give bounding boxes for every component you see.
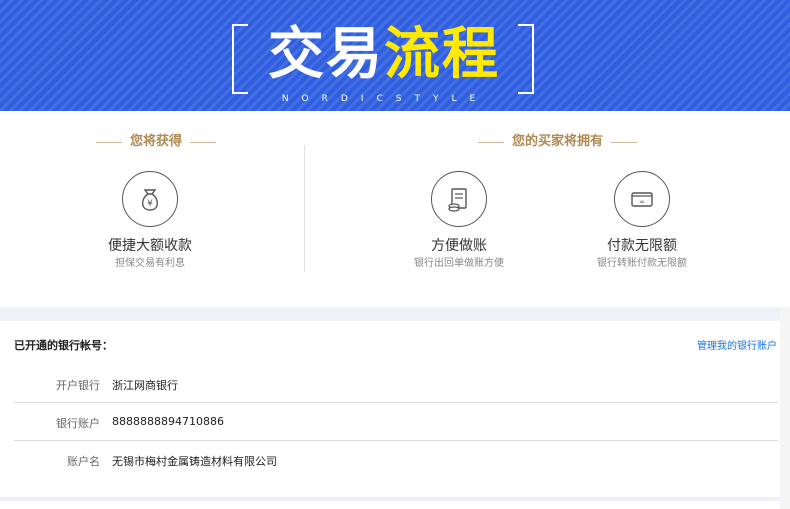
banner: 交易流程 NORDICSTYLE [0, 0, 790, 111]
title-line-left [96, 141, 122, 143]
vertical-divider [304, 145, 305, 272]
bank-row-value: 无锡市梅村金属铸造材料有限公司 [112, 455, 277, 468]
manage-bank-account-link[interactable]: 管理我的银行账户 [697, 337, 777, 352]
feature-title: 便捷大额收款 [108, 238, 192, 254]
bank-row-label: 银行账户 [56, 417, 100, 430]
bank-row-label: 开户银行 [56, 379, 100, 392]
feature-easy-bookkeeping: 方便做账 银行出回单做账方便 [384, 171, 534, 270]
svg-text:∞: ∞ [639, 198, 645, 206]
right-gutter [780, 307, 790, 509]
title-line-right [611, 141, 638, 143]
svg-text:¥: ¥ [147, 199, 153, 209]
left-bracket [232, 24, 248, 94]
money-bag-icon: ¥ [122, 171, 178, 227]
feature-subtitle: 担保交易有利息 [115, 258, 185, 269]
you-get-title-text: 您将获得 [130, 134, 183, 149]
feature-subtitle: 银行出回单做账方便 [414, 258, 504, 269]
you-get-title: 您将获得 [88, 134, 224, 150]
banner-title-white: 交易 [268, 22, 384, 87]
bank-row-value: 8888888894710886 [112, 415, 224, 428]
title-line-left [478, 141, 504, 143]
feature-title: 方便做账 [431, 238, 487, 254]
feature-large-payment: ¥ 便捷大额收款 担保交易有利息 [75, 171, 225, 270]
title-line-right [190, 141, 217, 143]
bank-row-value: 浙江网商银行 [112, 379, 178, 392]
buyer-has-title-text: 您的买家将拥有 [512, 134, 604, 149]
right-bracket [518, 24, 534, 94]
receipt-icon [431, 171, 487, 227]
bank-row-account-number: 银行账户 8888888894710886 [14, 403, 778, 441]
bottom-separator [0, 497, 780, 501]
section-separator [0, 307, 780, 321]
bank-accounts-heading: 已开通的银行帐号： [14, 339, 113, 352]
banner-title-yellow: 流程 [384, 22, 500, 87]
bank-row-account-name: 账户名 无锡市梅村金属铸造材料有限公司 [14, 441, 778, 478]
banner-title: 交易流程 [252, 22, 516, 88]
bank-row-label: 账户名 [67, 455, 100, 468]
bank-row-bank-name: 开户银行 浙江网商银行 [14, 365, 778, 403]
feature-unlimited-payment: ∞ 付款无限额 银行转账付款无限额 [567, 171, 717, 270]
credit-card-icon: ∞ [614, 171, 670, 227]
buyer-has-title: 您的买家将拥有 [470, 134, 645, 150]
feature-subtitle: 银行转账付款无限额 [597, 258, 687, 269]
feature-title: 付款无限额 [607, 238, 677, 254]
banner-subtitle: NORDICSTYLE [281, 94, 489, 104]
